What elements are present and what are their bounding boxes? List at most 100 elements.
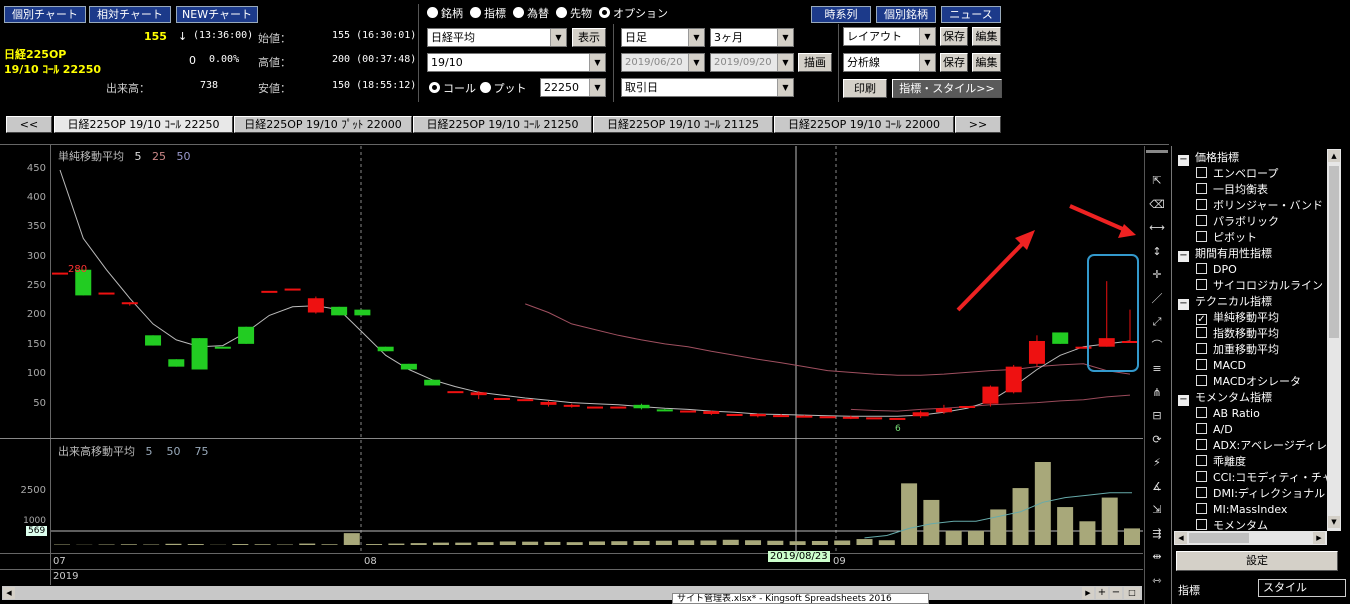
indicator-item[interactable]: 加重移動平均 [1196, 342, 1279, 358]
indicator-group[interactable]: − 価格指標 [1178, 150, 1239, 166]
indicator-label: テクニカル指標 [1195, 295, 1272, 308]
indicator-item[interactable]: AB Ratio [1196, 406, 1260, 422]
indicator-item[interactable]: MACDオシレータ [1196, 374, 1301, 390]
volume-bar [589, 541, 605, 545]
indicator-item[interactable]: CCI:コモディティ・チャ [1196, 470, 1328, 486]
scroll-left-icon[interactable]: ◀ [1175, 532, 1187, 544]
stretch-icon[interactable]: ⇲ [1146, 501, 1168, 519]
checkbox[interactable] [1196, 359, 1207, 370]
indicator-item[interactable]: モメンタム [1196, 518, 1268, 531]
checkbox[interactable] [1196, 519, 1207, 530]
collapse-icon[interactable]: − [1178, 299, 1189, 310]
checkbox[interactable] [1196, 199, 1207, 210]
zigzag-icon[interactable]: ⚡ [1146, 454, 1168, 472]
indicator-item[interactable]: MACD [1196, 358, 1246, 374]
checkbox[interactable] [1196, 343, 1207, 354]
zoom-in-icon[interactable]: + [1096, 587, 1108, 599]
fan-icon[interactable]: ⤢ [1146, 313, 1168, 331]
indicator-group[interactable]: − テクニカル指標 [1178, 294, 1272, 310]
checkbox[interactable] [1196, 263, 1207, 274]
candle-body [1075, 346, 1092, 349]
scroll-down-icon[interactable]: ▼ [1328, 516, 1340, 528]
candle-body [493, 398, 510, 400]
checkbox[interactable] [1196, 503, 1207, 514]
fibonacci-icon[interactable]: ≡ [1146, 360, 1168, 378]
hscrollbar-thumb[interactable] [1189, 533, 1249, 543]
indicator-label: 乖離度 [1213, 455, 1246, 468]
candle-body [935, 408, 952, 413]
checkbox[interactable]: ✓ [1196, 314, 1207, 325]
indicator-item[interactable]: DMI:ディレクショナル [1196, 486, 1325, 502]
checkbox[interactable] [1196, 327, 1207, 338]
candle-body [819, 416, 836, 419]
tab-style[interactable]: スタイル [1258, 579, 1346, 597]
indicator-item[interactable]: DPO [1196, 262, 1237, 278]
checkbox[interactable] [1196, 231, 1207, 242]
retracement-icon[interactable]: ⊟ [1146, 407, 1168, 425]
fit-icon[interactable]: ⇹ [1146, 548, 1168, 566]
settings-button[interactable]: 設定 [1176, 551, 1338, 571]
scroll-right-icon[interactable]: ▶ [1313, 532, 1325, 544]
volume-bar [655, 540, 672, 545]
checkbox[interactable] [1196, 183, 1207, 194]
channel-icon[interactable]: ⇶ [1146, 525, 1168, 543]
zoom-reset-icon[interactable]: □ [1124, 587, 1140, 599]
volume-bar [633, 540, 650, 545]
checkbox[interactable] [1196, 455, 1207, 466]
checkbox[interactable] [1196, 167, 1207, 178]
checkbox[interactable] [1196, 487, 1207, 498]
checkbox[interactable] [1196, 375, 1207, 386]
collapse-icon[interactable]: − [1178, 395, 1189, 406]
cross-icon[interactable]: ✛ [1146, 266, 1168, 284]
arc-icon[interactable]: ⌒ [1146, 337, 1168, 355]
hline-icon[interactable]: ⟷ [1146, 219, 1168, 237]
indicator-label: ピボット [1213, 231, 1257, 244]
indicator-item[interactable]: ボリンジャー・バンド [1196, 198, 1323, 214]
indicator-item[interactable]: サイコロジカルライン [1196, 278, 1323, 294]
checkbox[interactable] [1196, 215, 1207, 226]
vline-icon[interactable]: ↕ [1146, 243, 1168, 261]
indicator-item[interactable]: 一目均衡表 [1196, 182, 1268, 198]
volume-bar [232, 544, 249, 545]
collapse-icon[interactable]: − [1178, 251, 1189, 262]
tab-indicator[interactable]: 指標 [1178, 582, 1200, 598]
scroll-up-icon[interactable]: ▲ [1328, 150, 1340, 162]
indicator-item[interactable]: 指数移動平均 [1196, 326, 1279, 342]
pointer-icon[interactable]: ⇱ [1146, 172, 1168, 190]
scroll-left-icon[interactable]: ◀ [3, 587, 15, 599]
indicator-group[interactable]: − モメンタム指標 [1178, 390, 1272, 406]
tool-strip-grip[interactable] [1146, 150, 1168, 153]
scroll-right-icon[interactable]: ▶ [1082, 587, 1094, 599]
collapse-icon[interactable]: − [1178, 155, 1189, 166]
indicator-item[interactable]: A/D [1196, 422, 1233, 438]
indicator-item[interactable]: ピボット [1196, 230, 1257, 246]
pitchfork-icon[interactable]: ⋔ [1146, 384, 1168, 402]
indicator-item[interactable]: ADX:アベレージディレ [1196, 438, 1327, 454]
indicator-item[interactable]: エンベロープ [1196, 166, 1278, 182]
candle-body [773, 415, 790, 418]
trendline-icon[interactable]: ／ [1146, 290, 1168, 308]
zoom-out-icon[interactable]: − [1110, 587, 1122, 599]
eraser-icon[interactable]: ⌫ [1146, 196, 1168, 214]
indicator-label: DPO [1213, 263, 1237, 276]
indicator-group[interactable]: − 期間有用性指標 [1178, 246, 1272, 262]
gann-icon[interactable]: ∡ [1146, 478, 1168, 496]
indicator-label: MACD [1213, 359, 1246, 372]
volume-bar [1124, 528, 1140, 545]
checkbox[interactable] [1196, 279, 1207, 290]
scrollbar-thumb[interactable] [1329, 166, 1339, 338]
chart-hscrollbar[interactable] [2, 586, 1142, 600]
indicator-item[interactable]: MI:MassIndex [1196, 502, 1287, 518]
indicator-item[interactable]: パラボリック [1196, 214, 1279, 230]
indicator-item[interactable]: 乖離度 [1196, 454, 1246, 470]
checkbox[interactable] [1196, 423, 1207, 434]
cycle-icon[interactable]: ⟳ [1146, 431, 1168, 449]
indicator-item[interactable]: ✓ 単純移動平均 [1196, 310, 1279, 326]
extend-icon[interactable]: ⇿ [1146, 572, 1168, 590]
candle-body [191, 338, 208, 370]
checkbox[interactable] [1196, 471, 1207, 482]
checkbox[interactable] [1196, 439, 1207, 450]
checkbox[interactable] [1196, 407, 1207, 418]
candle-body [1005, 366, 1022, 393]
volume-bar [477, 542, 494, 545]
